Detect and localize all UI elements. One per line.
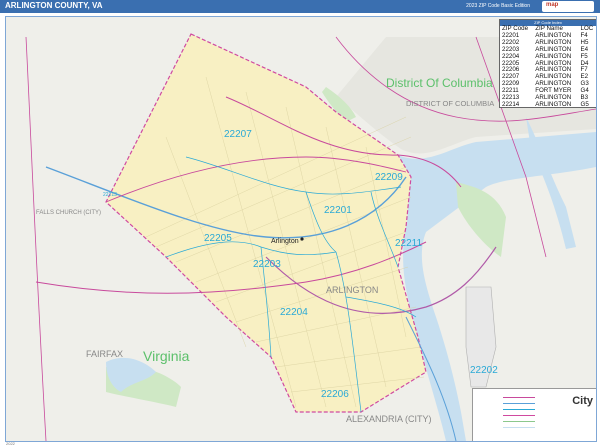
zip-label-22202: 22202 xyxy=(470,365,498,376)
zip-label-22206: 22206 xyxy=(321,389,349,400)
legend-swatch xyxy=(503,403,535,404)
logo-text: map xyxy=(546,2,559,8)
zip-label-22203: 22203 xyxy=(253,259,281,270)
dc-label-green: District Of Columbia xyxy=(386,76,493,90)
legend-swatch xyxy=(503,397,535,398)
legend-swatch xyxy=(503,409,535,410)
zip-label-22213: 22213 xyxy=(103,192,117,198)
index-grid: ZIP Code ZIP Name LOC 22201 ARLINGTON F4 22… xyxy=(500,25,596,109)
legend-swatch xyxy=(503,421,535,422)
brand-logo: City xyxy=(572,395,593,407)
publisher-logo: map xyxy=(542,1,594,12)
index-cell: 22214 xyxy=(502,100,520,108)
index-cell: G5 xyxy=(580,100,589,108)
zip-label-22207: 22207 xyxy=(224,129,252,140)
i495 xyxy=(25,36,47,441)
legend-swatch xyxy=(503,415,535,416)
zip-label-22211: 22211 xyxy=(395,238,423,249)
edition-label: 2023 ZIP Code Basic Edition xyxy=(466,3,530,9)
map-canvas[interactable]: 22207 22209 22201 22211 22205 22203 2220… xyxy=(5,16,597,442)
dc-label: DISTRICT OF COLUMBIA xyxy=(406,99,494,108)
arlington-city-label: Arlington xyxy=(271,238,299,245)
zip-index-table: ZIP Code Index ZIP Code ZIP Name LOC 222… xyxy=(499,19,596,109)
map-page: ARLINGTON COUNTY, VA 2023 ZIP Code Basic… xyxy=(0,0,600,447)
arlington-city-dot xyxy=(300,237,304,241)
arlington-area-label: ARLINGTON xyxy=(326,285,378,295)
legend-swatch xyxy=(503,427,535,428)
zip-label-22209: 22209 xyxy=(375,172,403,183)
title-bar: ARLINGTON COUNTY, VA 2023 ZIP Code Basic… xyxy=(0,0,600,13)
fairfax-label: FAIRFAX xyxy=(86,349,123,359)
zip-label-22205: 22205 xyxy=(204,233,232,244)
zip-label-22201: 22201 xyxy=(324,205,352,216)
park-area xyxy=(456,182,506,257)
index-row: 22214 ARLINGTON G5 xyxy=(500,100,596,109)
index-cell: ARLINGTON xyxy=(535,100,572,108)
map-legend: City xyxy=(472,388,596,441)
footer-code: 2022 xyxy=(6,441,15,446)
alexandria-label: ALEXANDRIA (CITY) xyxy=(346,414,432,424)
map-title: ARLINGTON COUNTY, VA xyxy=(5,1,103,10)
virginia-label: Virginia xyxy=(143,348,190,364)
falls-church-label: FALLS CHURCH (CITY) xyxy=(36,210,101,216)
index-body: 22201 ARLINGTON F4 22202 ARLINGTON H5 22203 ARL… xyxy=(500,32,596,109)
zip-label-22204: 22204 xyxy=(280,307,308,318)
